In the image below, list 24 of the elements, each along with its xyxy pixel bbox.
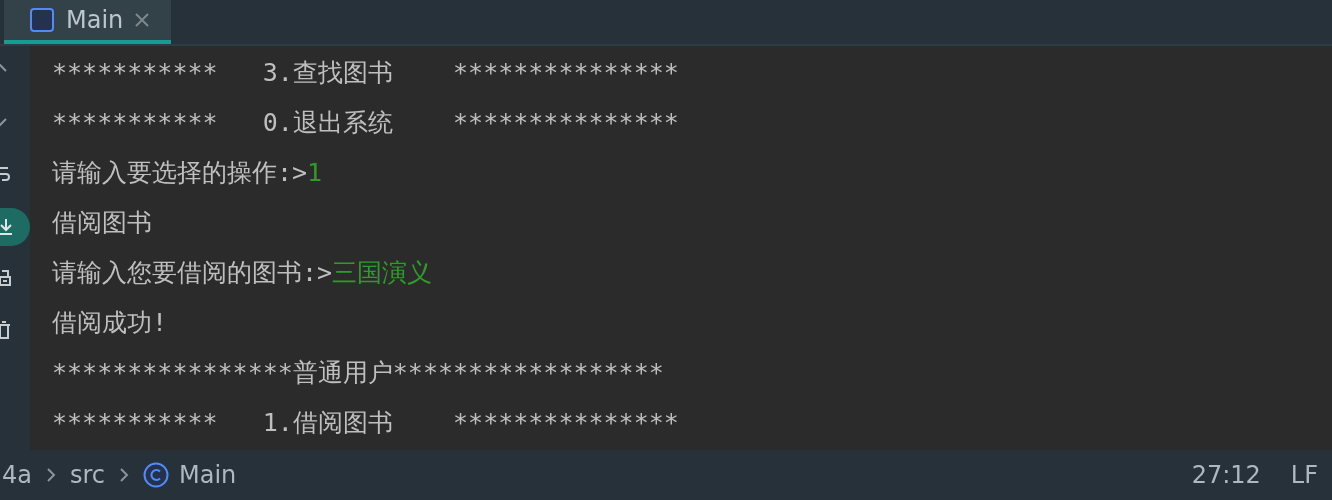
file-icon (30, 8, 54, 32)
console-line: *********** 1.借阅图书 *************** (52, 407, 680, 439)
toggle-button[interactable] (0, 208, 30, 246)
console-prompt: 请输入要选择的操作:> (52, 158, 308, 187)
close-icon[interactable] (135, 13, 150, 27)
scroll-to-end-icon[interactable] (0, 217, 14, 237)
chevron-right-icon (119, 467, 130, 483)
class-icon (143, 462, 170, 488)
printer-icon[interactable] (0, 269, 14, 289)
breadcrumb-item[interactable]: src (70, 461, 106, 489)
status-item[interactable]: 27:12 (1191, 461, 1261, 489)
console-line: *********** 0.退出系统 *************** (52, 107, 680, 139)
chevron-right-icon (46, 467, 56, 483)
input-text: 1 (307, 158, 323, 187)
editor-tab[interactable]: Main (4, 0, 172, 44)
console-line: 借阅图书 (52, 207, 153, 239)
status-item[interactable]: LF (1290, 461, 1318, 489)
console-line: *********** 3.查找图书 *************** (52, 57, 680, 89)
breadcrumb-item[interactable]: 4a (2, 461, 32, 489)
breadcrumb-item[interactable]: Main (179, 461, 237, 489)
console-prompt: 请输入您要借阅的图书:> (52, 258, 333, 287)
console-line: 借阅成功! (52, 307, 169, 339)
input-text: 三国演义 (332, 258, 433, 287)
console-line: ****************普通用户****************** (52, 357, 665, 389)
